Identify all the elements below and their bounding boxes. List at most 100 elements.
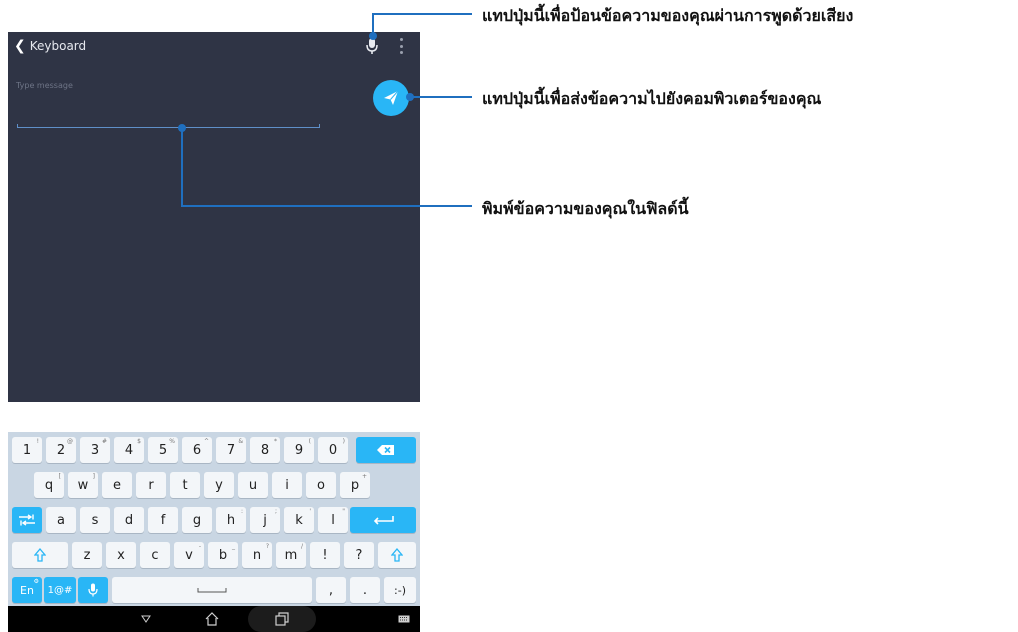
key-secondary-label: ; (274, 508, 277, 515)
send-button[interactable] (373, 80, 409, 116)
key-secondary-label: @ (67, 438, 73, 445)
key-label: s (91, 512, 99, 528)
back-label: Keyboard (29, 39, 87, 53)
key-m[interactable]: m / (276, 542, 306, 568)
key-3[interactable]: 3 # (80, 437, 110, 463)
key-char[interactable]: ? (344, 542, 374, 568)
key-secondary-label: ! (36, 438, 39, 445)
key-i[interactable]: i (272, 472, 302, 498)
key-label: y (215, 477, 223, 493)
key-w[interactable]: w] (68, 472, 98, 498)
field-callout-text: พิมพ์ข้อความของคุณในฟิลด์นี้ (482, 199, 689, 218)
key-label: e (113, 477, 121, 493)
key-label: r (148, 477, 154, 493)
keyboard: 1! 2 @3 #4 $5% 6 ^ 7 & 8 * 9(0) q[w] e r t y u i o p + asdfg… (8, 432, 420, 606)
key-s[interactable]: s (80, 507, 110, 533)
voice-input-key[interactable] (78, 577, 108, 603)
triangle-back-icon (141, 615, 151, 623)
enter-key[interactable] (350, 507, 416, 533)
key-7[interactable]: 7 & (216, 437, 246, 463)
key-z[interactable]: z (72, 542, 102, 568)
top-bar: ❮ Keyboard (8, 32, 420, 60)
key-label: 7 (226, 442, 236, 458)
space-key[interactable] (112, 577, 312, 603)
message-input[interactable]: Type message (16, 81, 73, 90)
key-q[interactable]: q[ (34, 472, 64, 498)
key-label: o (317, 477, 325, 493)
key-label: 2 (56, 442, 66, 458)
key-label: q (44, 477, 54, 493)
key-label: k (295, 512, 303, 528)
key-secondary-label: % (169, 438, 175, 445)
key-n[interactable]: n? (242, 542, 272, 568)
key-label: v (185, 547, 193, 563)
key-label: ? (355, 547, 363, 563)
key-secondary-label: & (238, 438, 243, 445)
key-g[interactable]: g (182, 507, 212, 533)
chevron-left-icon: ❮ (14, 38, 26, 54)
shift-key-right[interactable] (378, 542, 416, 568)
shift-key-left[interactable] (12, 542, 68, 568)
keyboard-nav-button[interactable] (396, 611, 412, 627)
key-6[interactable]: 6 ^ (182, 437, 212, 463)
key-c[interactable]: c (140, 542, 170, 568)
globe-icon: ⚙ (33, 578, 39, 585)
key-5[interactable]: 5% (148, 437, 178, 463)
back-nav-button[interactable] (136, 611, 156, 627)
symbols-key-label: 1@# (47, 584, 73, 596)
key-8[interactable]: 8 * (250, 437, 280, 463)
key-b[interactable]: b _ (208, 542, 238, 568)
key-y[interactable]: y (204, 472, 234, 498)
key-label: f (160, 512, 166, 528)
key-9[interactable]: 9( (284, 437, 314, 463)
key-d[interactable]: d (114, 507, 144, 533)
key-1[interactable]: 1! (12, 437, 42, 463)
key-4[interactable]: 4 $ (114, 437, 144, 463)
key-secondary-label: : (240, 508, 243, 515)
key-secondary-label: / (300, 543, 303, 550)
backspace-icon (377, 445, 394, 455)
comma-key[interactable]: , (316, 577, 346, 603)
period-key-label: . (362, 582, 368, 598)
overflow-menu-icon[interactable] (397, 38, 405, 54)
back-button[interactable]: ❮ Keyboard (14, 38, 86, 54)
key-f[interactable]: f (148, 507, 178, 533)
key-e[interactable]: e (102, 472, 132, 498)
emoticon-key[interactable]: :-) (384, 577, 416, 603)
tab-key[interactable] (12, 507, 42, 533)
key-x[interactable]: x (106, 542, 136, 568)
microphone-icon (88, 583, 98, 597)
recents-nav-button[interactable] (272, 611, 292, 627)
key-label: l (331, 512, 335, 528)
key-k[interactable]: k ' (284, 507, 314, 533)
key-label: d (124, 512, 134, 528)
key-r[interactable]: r (136, 472, 166, 498)
key-a[interactable]: a (46, 507, 76, 533)
backspace-key[interactable] (356, 437, 416, 463)
key-v[interactable]: v- (174, 542, 204, 568)
key-secondary-label: " (342, 508, 345, 515)
key-label: i (285, 477, 289, 493)
key-0[interactable]: 0) (318, 437, 348, 463)
key-l[interactable]: l " (318, 507, 348, 533)
suggestion-bar (8, 402, 420, 432)
key-char[interactable]: ! (310, 542, 340, 568)
key-t[interactable]: t (170, 472, 200, 498)
key-label: h (226, 512, 236, 528)
key-2[interactable]: 2 @ (46, 437, 76, 463)
symbols-key[interactable]: 1@# (44, 577, 76, 603)
key-u[interactable]: u (238, 472, 268, 498)
mic-callout-line-vertical (372, 14, 374, 36)
shift-icon (34, 548, 46, 562)
key-secondary-label: * (274, 438, 277, 445)
period-key[interactable]: . (350, 577, 380, 603)
key-o[interactable]: o (306, 472, 336, 498)
field-callout-line-vertical (181, 128, 183, 206)
send-icon (384, 90, 399, 105)
key-p[interactable]: p + (340, 472, 370, 498)
language-key[interactable]: En ⚙ (12, 577, 42, 603)
key-j[interactable]: j; (250, 507, 280, 533)
home-nav-button[interactable] (202, 611, 222, 627)
key-label: 9 (294, 442, 304, 458)
key-h[interactable]: h: (216, 507, 246, 533)
